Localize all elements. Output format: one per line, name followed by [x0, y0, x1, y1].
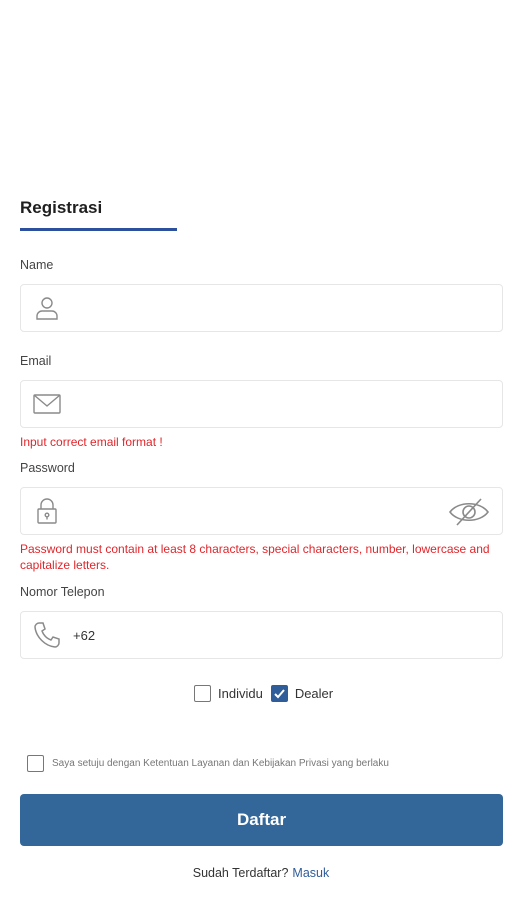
eye-off-icon[interactable] [448, 497, 490, 527]
phone-input[interactable] [73, 612, 502, 658]
login-prompt: Sudah Terdaftar? [192, 866, 289, 880]
dealer-checkbox[interactable] [270, 685, 288, 702]
name-label: Name [20, 258, 54, 272]
role-selector: Individu Dealer [194, 685, 341, 702]
dealer-label: Dealer [294, 686, 334, 701]
agreement-row: Saya setuju dengan Ketentuan Layanan dan… [27, 755, 389, 772]
lock-icon [33, 497, 61, 525]
password-label: Password [20, 461, 75, 475]
email-error: Input correct email format ! [20, 435, 163, 449]
user-icon [33, 294, 61, 322]
agreement-label: Saya setuju dengan Ketentuan Layanan dan… [52, 758, 389, 769]
check-icon [274, 689, 285, 699]
password-field[interactable] [20, 487, 503, 535]
agreement-checkbox[interactable] [27, 755, 44, 772]
phone-label: Nomor Telepon [20, 585, 105, 599]
title-underline [20, 228, 177, 231]
password-input[interactable] [73, 488, 502, 534]
email-field[interactable] [20, 380, 503, 428]
mail-icon [33, 390, 61, 418]
phone-icon [33, 621, 61, 649]
email-input[interactable] [73, 381, 502, 427]
page-title: Registrasi [20, 198, 103, 217]
individu-label: Individu [218, 686, 263, 701]
name-input[interactable] [73, 285, 502, 331]
name-field[interactable] [20, 284, 503, 332]
password-error: Password must contain at least 8 charact… [20, 542, 490, 572]
register-button[interactable]: Daftar [20, 794, 503, 846]
individu-checkbox[interactable] [194, 685, 211, 702]
phone-field[interactable] [20, 611, 503, 659]
login-prompt-row: Sudah Terdaftar? Masuk [0, 866, 522, 880]
login-link[interactable]: Masuk [292, 866, 329, 880]
email-label: Email [20, 354, 52, 368]
